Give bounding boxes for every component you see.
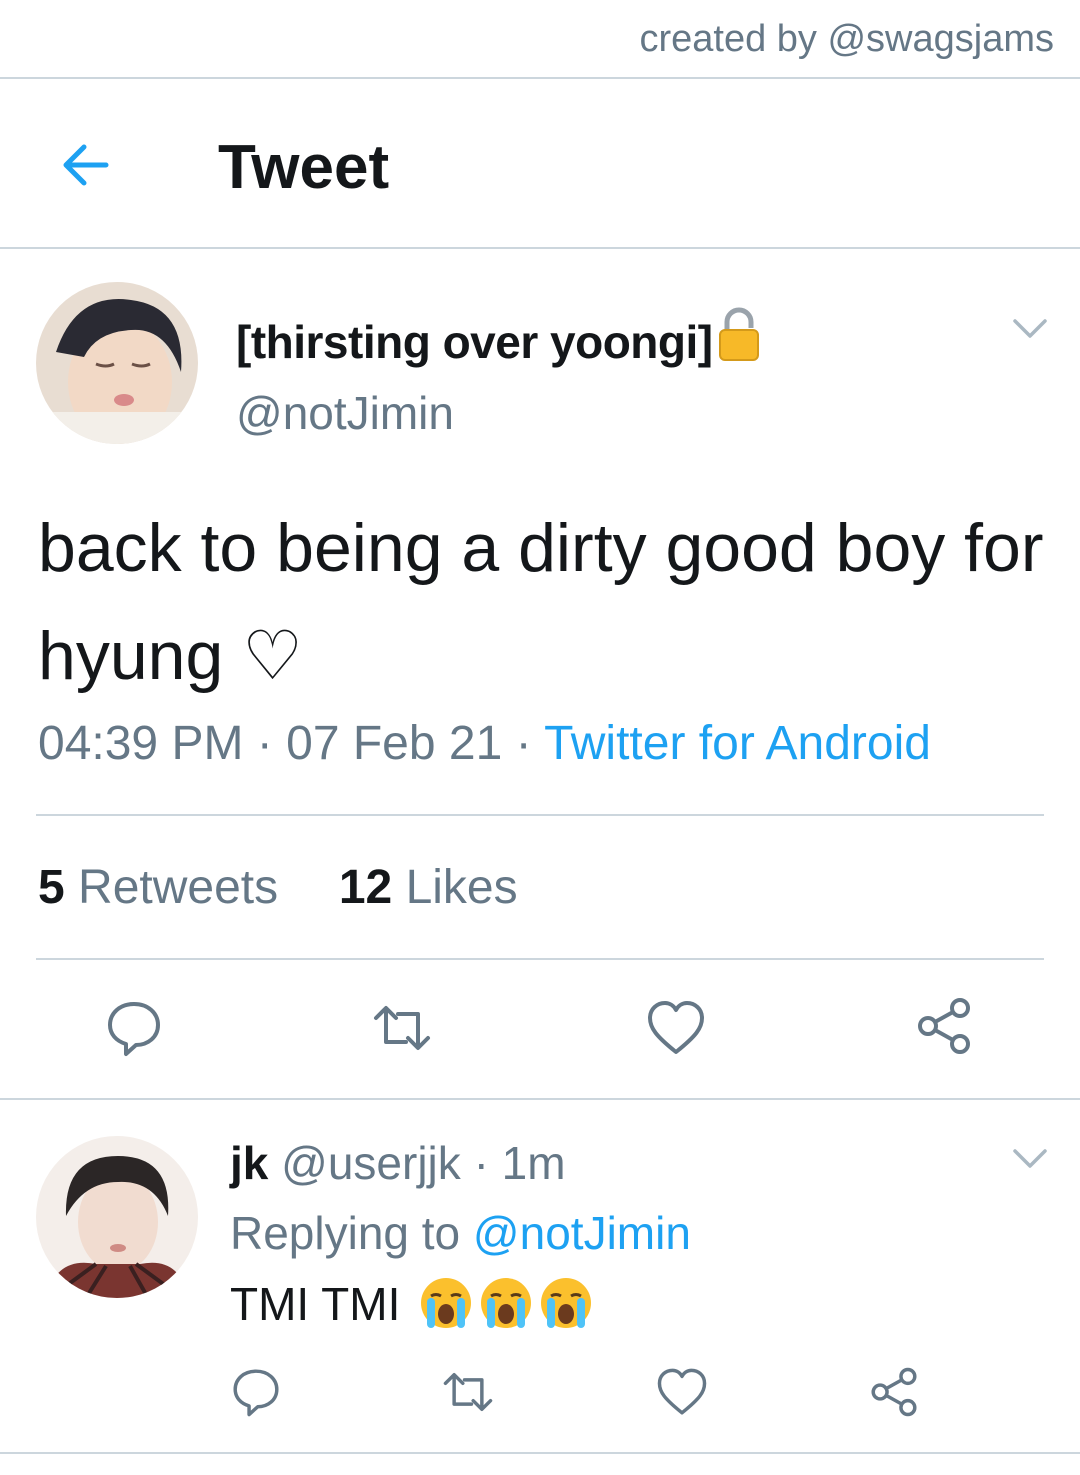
lock-icon [717,306,761,373]
reply-header: jk @userjjk · 1m [230,1136,566,1190]
reply-time: 1m [501,1137,566,1189]
divider [36,958,1044,960]
chevron-down-icon[interactable] [1012,318,1048,340]
share-icon[interactable] [914,996,974,1056]
divider [36,814,1044,816]
reply-author-name[interactable]: jk [230,1137,268,1189]
author-name-text: [thirsting over yoongi] [236,316,713,368]
page-title: Tweet [218,133,390,202]
tweet-meta: 04:39 PM · 07 Feb 21 · Twitter for Andro… [38,716,931,771]
crying-face-emoji [479,1276,533,1341]
divider [0,1098,1080,1100]
crying-face-emoji [419,1276,473,1341]
divider [0,1452,1080,1454]
avatar[interactable] [36,282,198,444]
tweet-source-link[interactable]: Twitter for Android [544,717,931,770]
tweet-date: 07 Feb 21 [286,717,503,770]
share-icon[interactable] [868,1366,920,1418]
crying-face-emoji [539,1276,593,1341]
separator: · [515,717,532,770]
retweet-icon[interactable] [372,998,432,1058]
like-icon[interactable] [646,998,706,1058]
replying-label: Replying to [230,1207,461,1259]
author-handle[interactable]: @notJimin [236,386,454,440]
retweets-stat[interactable]: 5 Retweets [38,861,278,914]
likes-stat[interactable]: 12 Likes [339,861,518,914]
credit-text: created by @swagsjams [639,18,1054,60]
reply-text: TMI TMI [230,1276,593,1341]
reply-icon[interactable] [230,1366,282,1418]
replying-handle-link[interactable]: @notJimin [473,1207,691,1259]
chevron-down-icon[interactable] [1012,1148,1048,1170]
divider [0,77,1080,79]
reply-icon[interactable] [104,998,164,1058]
retweets-count: 5 [38,861,65,914]
tweet-time: 04:39 PM [38,717,244,770]
author-name[interactable]: [thirsting over yoongi] [236,306,761,373]
likes-count: 12 [338,861,393,914]
back-arrow-icon[interactable] [58,138,112,192]
reply-author-handle[interactable]: @userjjk [281,1137,461,1189]
separator: · [256,717,273,770]
reply-text-content: TMI TMI [230,1278,401,1330]
replying-to: Replying to @notJimin [230,1206,691,1260]
divider [0,247,1080,249]
separator: · [473,1137,489,1189]
tweet-text: back to being a dirty good boy for hyung… [38,510,1044,694]
reply-avatar[interactable] [36,1136,198,1298]
retweet-icon[interactable] [442,1366,494,1418]
tweet-stats: 5 Retweets 12 Likes [38,860,518,915]
retweets-label: Retweets [78,861,279,914]
likes-label: Likes [405,861,518,914]
like-icon[interactable] [656,1366,708,1418]
